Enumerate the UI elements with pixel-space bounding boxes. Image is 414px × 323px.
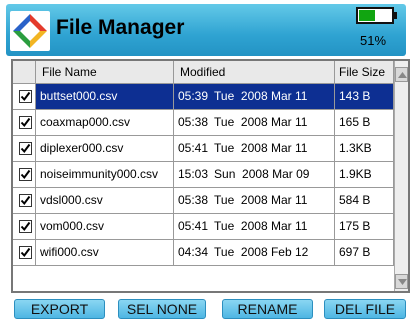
checkmark-icon — [20, 117, 31, 128]
file-name-cell[interactable]: diplexer000.csv — [36, 136, 174, 161]
row-checkbox[interactable] — [19, 220, 32, 233]
modified-date: Sun 2008 Mar 09 — [214, 167, 310, 181]
table-row[interactable]: wifi000.csv 04:34 Tue 2008 Feb 12 697 B — [13, 240, 394, 266]
row-checkbox[interactable] — [19, 168, 32, 181]
modified-cell[interactable]: 05:38 Tue 2008 Mar 11 — [174, 188, 335, 213]
modified-cell[interactable]: 04:34 Tue 2008 Feb 12 — [174, 240, 335, 265]
modified-time: 05:41 — [178, 219, 209, 233]
checkmark-icon — [20, 247, 31, 258]
row-checkbox[interactable] — [19, 142, 32, 155]
vertical-scrollbar[interactable] — [394, 61, 408, 291]
table-row[interactable]: vom000.csv 05:41 Tue 2008 Mar 11 175 B — [13, 214, 394, 240]
modified-time: 05:38 — [178, 193, 209, 207]
modified-date: Tue 2008 Mar 11 — [214, 219, 308, 233]
file-name-cell[interactable]: wifi000.csv — [36, 240, 174, 265]
file-name-cell[interactable]: noiseimmunity000.csv — [36, 162, 174, 187]
modified-date: Tue 2008 Mar 11 — [214, 89, 308, 103]
file-name-cell[interactable]: buttset000.csv — [36, 84, 174, 109]
scroll-down-button[interactable] — [395, 274, 408, 289]
modified-time: 15:03 — [178, 167, 209, 181]
file-size-cell[interactable]: 584 B — [335, 188, 394, 213]
scroll-up-button[interactable] — [395, 67, 408, 82]
app-title: File Manager — [56, 16, 185, 39]
file-size-cell[interactable]: 143 B — [335, 84, 394, 109]
checkmark-icon — [20, 91, 31, 102]
modified-cell[interactable]: 05:41 Tue 2008 Mar 11 — [174, 214, 335, 239]
modified-date: Tue 2008 Feb 12 — [214, 245, 309, 259]
title-bar: File Manager — [6, 4, 406, 56]
column-header-modified[interactable]: Modified — [174, 61, 335, 84]
modified-time: 05:39 — [178, 89, 209, 103]
row-checkbox-cell[interactable] — [13, 136, 36, 161]
table-row[interactable]: buttset000.csv 05:39 Tue 2008 Mar 11 143 B — [13, 84, 394, 110]
modified-cell[interactable]: 05:38 Tue 2008 Mar 11 — [174, 110, 335, 135]
modified-cell[interactable]: 15:03 Sun 2008 Mar 09 — [174, 162, 335, 187]
table-row[interactable]: noiseimmunity000.csv 15:03 Sun 2008 Mar 09… — [13, 162, 394, 188]
arrow-up-icon — [398, 72, 407, 78]
file-size-cell[interactable]: 1.9KB — [335, 162, 394, 187]
export-button[interactable]: EXPORT — [14, 299, 105, 319]
checkmark-icon — [20, 221, 31, 232]
modified-cell[interactable]: 05:41 Tue 2008 Mar 11 — [174, 136, 335, 161]
battery-level-fill — [359, 10, 375, 21]
file-size-cell[interactable]: 697 B — [335, 240, 394, 265]
del-file-button[interactable]: DEL FILE — [324, 299, 406, 319]
file-table: File Name Modified File Size buttset000.… — [11, 59, 410, 293]
row-checkbox[interactable] — [19, 194, 32, 207]
table-row[interactable]: diplexer000.csv 05:41 Tue 2008 Mar 11 1.3KB — [13, 136, 394, 162]
battery-tip — [394, 12, 397, 19]
rename-button[interactable]: RENAME — [222, 299, 313, 319]
checkmark-icon — [20, 195, 31, 206]
row-checkbox-cell[interactable] — [13, 214, 36, 239]
row-checkbox-cell[interactable] — [13, 110, 36, 135]
file-size-cell[interactable]: 175 B — [335, 214, 394, 239]
modified-date: Tue 2008 Mar 11 — [214, 141, 308, 155]
checkmark-icon — [20, 143, 31, 154]
row-checkbox[interactable] — [19, 116, 32, 129]
file-size-cell[interactable]: 1.3KB — [335, 136, 394, 161]
row-checkbox-cell[interactable] — [13, 162, 36, 187]
column-header-size[interactable]: File Size — [335, 61, 394, 84]
table-row[interactable]: vdsl000.csv 05:38 Tue 2008 Mar 11 584 B — [13, 188, 394, 214]
file-name-cell[interactable]: coaxmap000.csv — [36, 110, 174, 135]
row-checkbox-cell[interactable] — [13, 188, 36, 213]
row-checkbox-cell[interactable] — [13, 240, 36, 265]
modified-time: 05:38 — [178, 115, 209, 129]
file-name-cell[interactable]: vdsl000.csv — [36, 188, 174, 213]
modified-time: 04:34 — [178, 245, 209, 259]
app-logo-icon — [10, 11, 50, 51]
arrow-down-icon — [398, 279, 407, 285]
modified-time: 05:41 — [178, 141, 209, 155]
battery-icon — [356, 7, 394, 24]
modified-cell[interactable]: 05:39 Tue 2008 Mar 11 — [174, 84, 335, 109]
row-checkbox-cell[interactable] — [13, 84, 36, 109]
column-header-name[interactable]: File Name — [36, 61, 174, 84]
column-header-check[interactable] — [13, 61, 36, 84]
table-row[interactable]: coaxmap000.csv 05:38 Tue 2008 Mar 11 165 B — [13, 110, 394, 136]
file-name-cell[interactable]: vom000.csv — [36, 214, 174, 239]
file-size-cell[interactable]: 165 B — [335, 110, 394, 135]
modified-date: Tue 2008 Mar 11 — [214, 115, 308, 129]
row-checkbox[interactable] — [19, 90, 32, 103]
checkmark-icon — [20, 169, 31, 180]
row-checkbox[interactable] — [19, 246, 32, 259]
modified-date: Tue 2008 Mar 11 — [214, 193, 308, 207]
sel-none-button[interactable]: SEL NONE — [118, 299, 206, 319]
battery-percent: 51% — [360, 33, 387, 48]
